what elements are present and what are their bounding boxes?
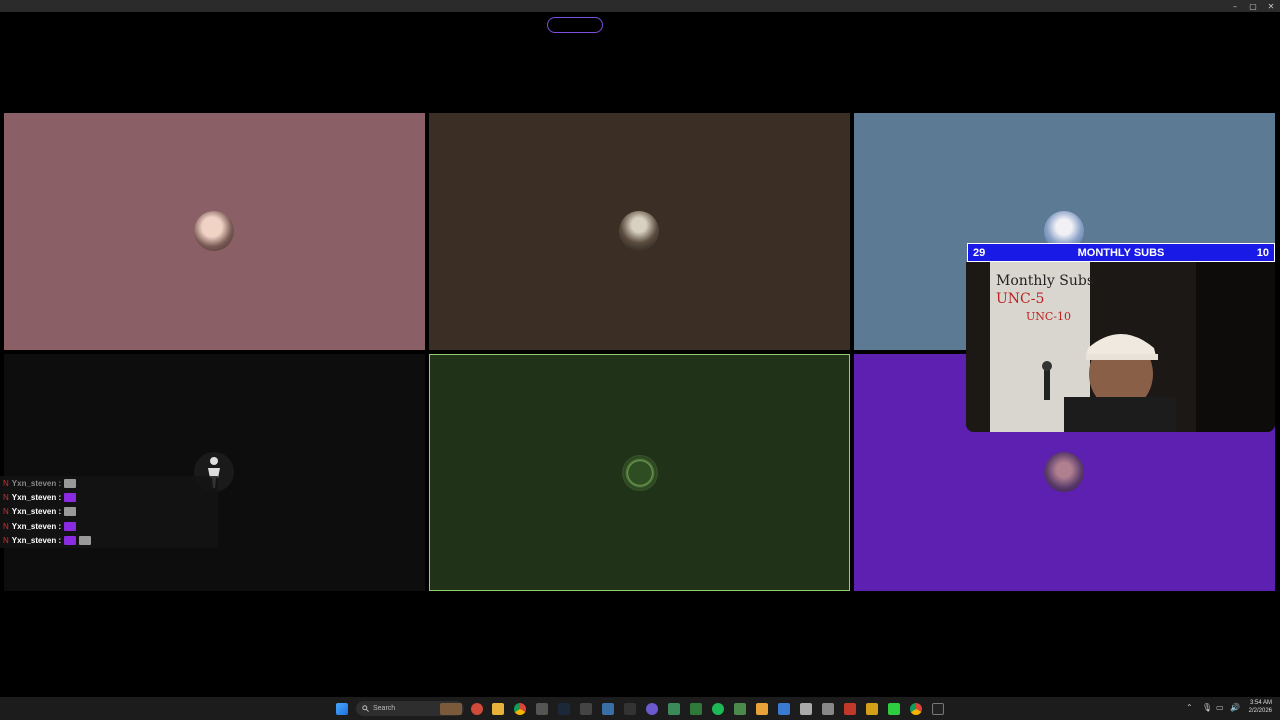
taskbar bbox=[0, 697, 1280, 720]
emote-icon bbox=[64, 492, 77, 502]
emote-icon bbox=[64, 521, 77, 531]
sub-goal-title: MONTHLY SUBS bbox=[1077, 246, 1165, 259]
chat-username: Yxn_steven : bbox=[11, 492, 62, 502]
app-icon[interactable] bbox=[646, 703, 658, 715]
whiteboard-text: Monthly Subs bbox=[996, 273, 1095, 289]
app-icon[interactable] bbox=[756, 703, 768, 715]
app-icon[interactable] bbox=[822, 703, 834, 715]
spotify-icon[interactable] bbox=[712, 703, 724, 715]
participant-tile-active[interactable] bbox=[429, 354, 850, 591]
sub-goal-target: 10 bbox=[1256, 246, 1269, 259]
system-clock[interactable]: 3:54 AM 2/2/2026 bbox=[1249, 699, 1272, 715]
chat-badge: N bbox=[3, 535, 9, 545]
file-explorer-icon[interactable] bbox=[492, 703, 504, 715]
top-pill-button[interactable] bbox=[547, 17, 603, 33]
maximize-icon[interactable]: ▢ bbox=[1248, 2, 1258, 11]
app-icon[interactable] bbox=[668, 703, 680, 715]
clock-date: 2/2/2026 bbox=[1248, 708, 1272, 714]
sub-goal-bar: 29 MONTHLY SUBS 10 bbox=[967, 243, 1275, 262]
chat-message: N Yxn_steven : bbox=[0, 505, 218, 519]
window-controls: – ▢ ✕ bbox=[1230, 0, 1276, 12]
widget-icon[interactable] bbox=[440, 703, 462, 715]
user-avatar-icon bbox=[619, 211, 659, 251]
chat-message: N Yxn_steven : bbox=[0, 476, 218, 490]
app-icon[interactable] bbox=[624, 703, 636, 715]
chat-username: Yxn_steven : bbox=[11, 507, 62, 517]
chevron-up-icon[interactable]: ⌃ bbox=[1186, 703, 1193, 712]
user-avatar-icon bbox=[194, 211, 234, 251]
chat-message: N Yxn_steven : bbox=[0, 490, 218, 504]
close-icon[interactable]: ✕ bbox=[1266, 2, 1276, 11]
participant-tile[interactable] bbox=[4, 354, 425, 591]
microphone-icon[interactable]: 🎙 bbox=[1202, 703, 1212, 712]
chat-username: Yxn_steven : bbox=[11, 521, 62, 531]
app-icon[interactable] bbox=[844, 703, 856, 715]
chat-badge: N bbox=[3, 492, 9, 502]
chat-message: N Yxn_steven : bbox=[0, 533, 218, 547]
app-icon[interactable] bbox=[866, 703, 878, 715]
participant-tile[interactable] bbox=[4, 113, 425, 350]
start-icon[interactable] bbox=[336, 703, 348, 715]
app-icon[interactable] bbox=[602, 703, 614, 715]
sub-goal-current: 29 bbox=[973, 246, 986, 259]
whiteboard-text: UNC-5 bbox=[996, 291, 1045, 307]
emote-icon bbox=[64, 507, 77, 517]
emote-icon bbox=[64, 478, 77, 488]
search-icon bbox=[362, 705, 369, 712]
chat-badge: N bbox=[3, 478, 9, 488]
app-icon[interactable] bbox=[888, 703, 900, 715]
window-titlebar: – ▢ ✕ bbox=[0, 0, 1280, 12]
chrome-icon[interactable] bbox=[514, 703, 526, 715]
emote-icon bbox=[64, 535, 77, 545]
search-placeholder: Search bbox=[373, 705, 396, 712]
app-icon[interactable] bbox=[734, 703, 746, 715]
app-icon[interactable] bbox=[800, 703, 812, 715]
app-icon[interactable] bbox=[778, 703, 790, 715]
network-icon[interactable]: ▭ bbox=[1216, 703, 1224, 712]
app-icon[interactable] bbox=[932, 703, 944, 715]
app-icon[interactable] bbox=[690, 703, 702, 715]
chat-badge: N bbox=[3, 521, 9, 531]
clock-time: 3:54 AM bbox=[1249, 700, 1272, 706]
chat-badge: N bbox=[3, 507, 9, 517]
user-avatar-icon bbox=[1044, 452, 1084, 492]
participant-tile[interactable] bbox=[429, 113, 850, 350]
whiteboard-text: UNC-10 bbox=[1026, 310, 1072, 323]
steam-icon[interactable] bbox=[558, 703, 570, 715]
app-icon[interactable] bbox=[536, 703, 548, 715]
chat-username: Yxn_steven : bbox=[11, 535, 62, 545]
chat-overlay: N Yxn_steven : N Yxn_steven : N Yxn_stev… bbox=[0, 476, 218, 548]
webcam-feed: Monthly Subs UNC-5 UNC-10 bbox=[966, 262, 1275, 432]
chat-username: Yxn_steven : bbox=[11, 478, 62, 488]
volume-icon[interactable]: 🔊 bbox=[1230, 703, 1240, 712]
app-icon[interactable] bbox=[471, 703, 483, 715]
chrome-icon[interactable] bbox=[910, 703, 922, 715]
app-icon[interactable] bbox=[580, 703, 592, 715]
emote-icon bbox=[79, 535, 92, 545]
chat-message: N Yxn_steven : bbox=[0, 519, 218, 533]
logo-avatar-icon bbox=[622, 455, 658, 491]
minimize-icon[interactable]: – bbox=[1230, 2, 1240, 11]
